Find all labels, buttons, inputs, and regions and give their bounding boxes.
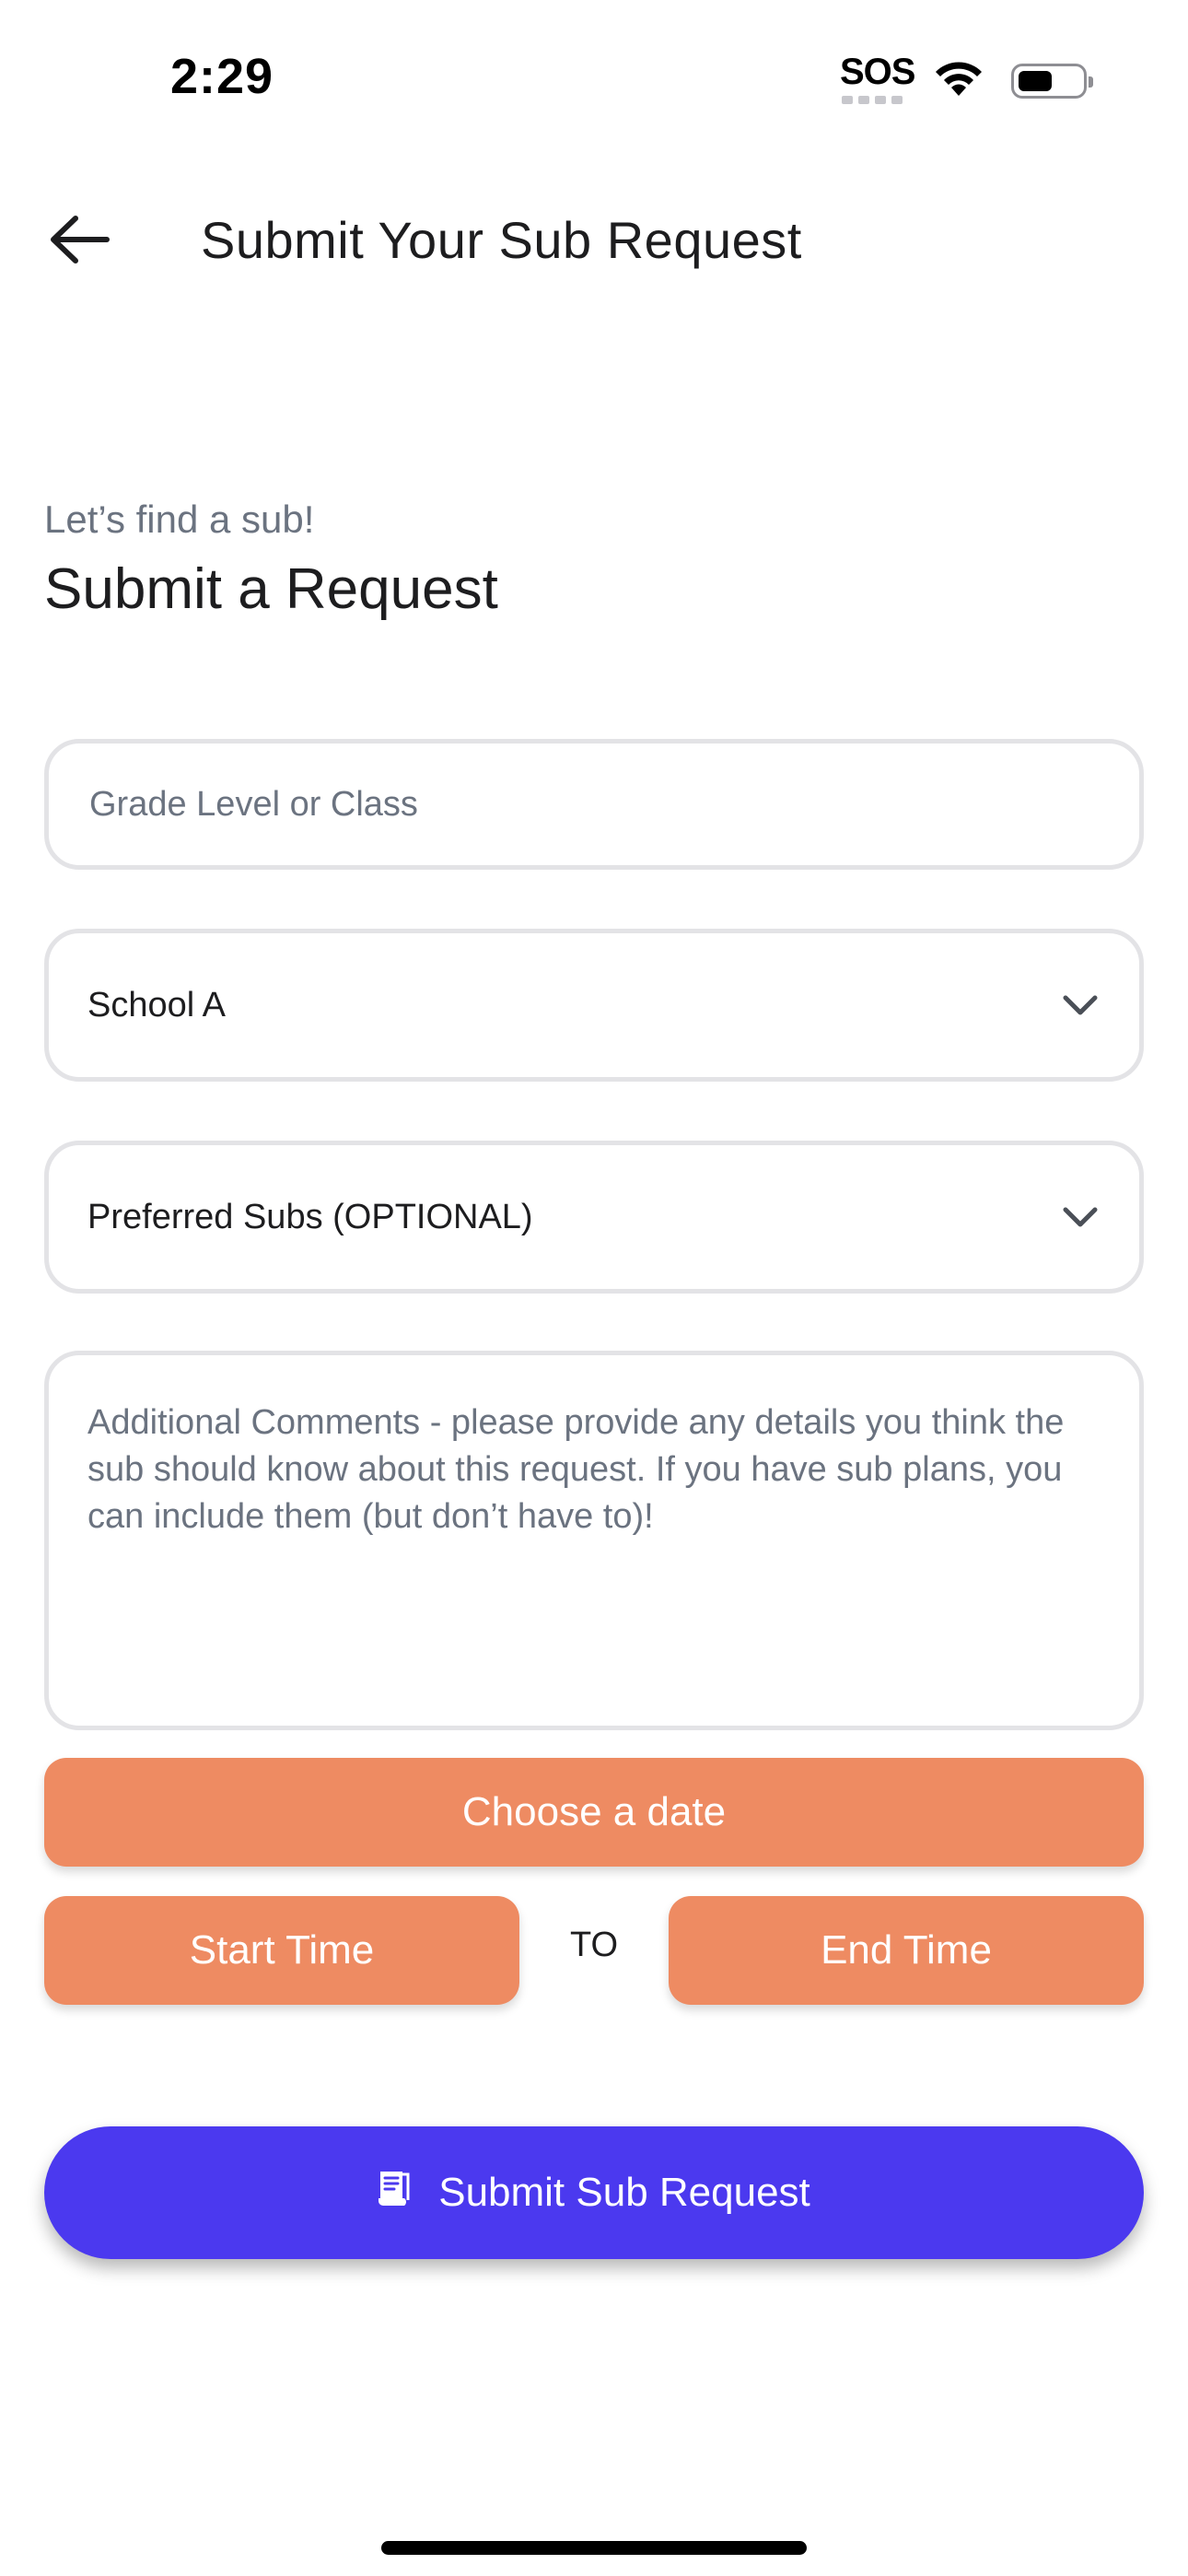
submit-sub-request-button[interactable]: Submit Sub Request <box>44 2126 1144 2259</box>
preferred-subs-value: Preferred Subs (OPTIONAL) <box>87 1197 533 1236</box>
battery-level <box>1019 71 1052 91</box>
status-indicators: SOS <box>840 52 1093 109</box>
sos-label: SOS <box>840 52 915 92</box>
home-indicator[interactable] <box>381 2541 807 2555</box>
status-time: 2:29 <box>170 49 274 104</box>
arrow-left-icon <box>51 216 110 263</box>
start-time-button[interactable]: Start Time <box>44 1896 519 2005</box>
submit-label: Submit Sub Request <box>438 2170 810 2215</box>
choose-date-button[interactable]: Choose a date <box>44 1758 1144 1867</box>
page-title: Submit Your Sub Request <box>201 211 802 269</box>
sos-indicator: SOS <box>840 52 915 109</box>
chevron-down-icon <box>1060 1197 1101 1237</box>
school-select[interactable]: School A <box>44 929 1144 1082</box>
wifi-icon <box>932 59 985 104</box>
comments-field[interactable] <box>44 1351 1144 1730</box>
grade-field[interactable] <box>44 739 1144 870</box>
chevron-down-icon <box>1060 985 1101 1025</box>
comments-textarea[interactable] <box>87 1399 1101 1681</box>
signal-dots <box>842 96 903 104</box>
school-select-value: School A <box>87 985 226 1025</box>
end-time-button[interactable]: End Time <box>669 1896 1144 2005</box>
grade-input[interactable] <box>87 783 1101 825</box>
to-label: TO <box>569 1926 619 1964</box>
back-button[interactable] <box>42 203 116 276</box>
intro-subtitle: Let’s find a sub! <box>44 498 315 541</box>
battery-icon <box>1011 64 1093 99</box>
receipt-icon <box>378 2169 411 2218</box>
intro-heading: Submit a Request <box>44 557 498 621</box>
preferred-subs-select[interactable]: Preferred Subs (OPTIONAL) <box>44 1141 1144 1294</box>
